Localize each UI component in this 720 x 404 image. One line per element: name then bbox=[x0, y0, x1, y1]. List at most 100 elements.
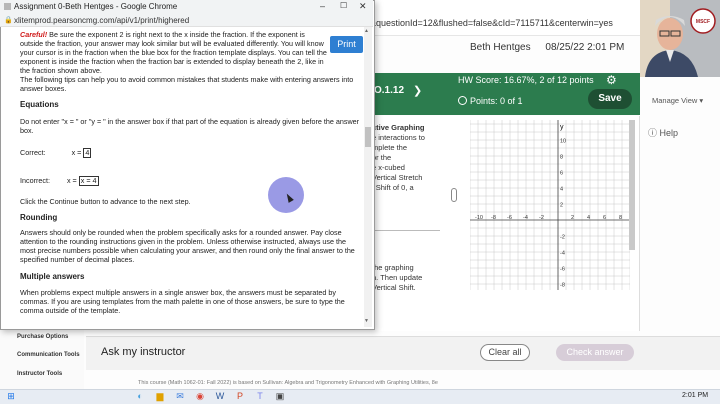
question-number: O.1.12 bbox=[374, 85, 405, 96]
window-title: Assignment 0-Beth Hentges - Google Chrom… bbox=[14, 2, 178, 11]
x-tick-label: -4 bbox=[523, 215, 528, 221]
gear-icon[interactable]: ⚙ bbox=[606, 73, 617, 87]
taskbar-clock: 2:01 PM bbox=[682, 392, 709, 399]
sidebar-item-purchase-options[interactable]: Purchase Options bbox=[17, 334, 68, 340]
x-tick-label: -6 bbox=[507, 215, 512, 221]
points-text: Points: 0 of 1 bbox=[470, 96, 523, 106]
lock-icon[interactable]: 🔒 bbox=[4, 16, 13, 24]
ask-my-instructor-link[interactable]: Ask my instructor bbox=[101, 346, 185, 358]
incorrect-label: Incorrect: bbox=[20, 176, 50, 185]
x-tick-label: -8 bbox=[491, 215, 496, 221]
x-tick-label: 8 bbox=[619, 215, 622, 221]
question-line: ctive Graphing bbox=[372, 123, 425, 132]
help-circle-icon: ⓘ bbox=[648, 128, 660, 138]
rounding-text: Answers should only be rounded when the … bbox=[20, 228, 355, 264]
continue-text: Click the Continue button to advance to … bbox=[20, 197, 191, 206]
help-link[interactable]: ⓘ Help bbox=[648, 126, 678, 139]
check-answer-button[interactable]: Check answer bbox=[556, 344, 634, 361]
question-line: mplete the bbox=[372, 143, 408, 152]
app-icon[interactable]: ▣ bbox=[275, 391, 285, 401]
correct-answer-box: 4 bbox=[83, 148, 92, 158]
hw-score: HW Score: 16.67%, 2 of 12 points bbox=[458, 75, 594, 85]
minimize-icon[interactable]: – bbox=[320, 1, 325, 11]
correct-example: Correct: x = 4 bbox=[20, 148, 92, 158]
address-bar-url[interactable]: xlitemprod.pearsoncmg.com/api/v1/print/h… bbox=[14, 16, 189, 25]
teams-icon[interactable]: T bbox=[255, 391, 265, 401]
popup-scrollbar[interactable] bbox=[364, 27, 372, 327]
x-tick-label: 2 bbox=[571, 215, 574, 221]
user-name[interactable]: Beth Hentges bbox=[470, 42, 531, 53]
y-tick-label: 10 bbox=[560, 139, 566, 145]
date-time: 08/25/22 2:01 PM bbox=[545, 42, 625, 53]
folder-icon[interactable]: ▆ bbox=[155, 391, 165, 401]
panel-splitter-handle[interactable] bbox=[451, 188, 457, 202]
y-tick-label: -6 bbox=[560, 267, 565, 273]
x-tick-label: -2 bbox=[539, 215, 544, 221]
question-line: Vertical Shift. bbox=[372, 283, 416, 292]
save-button[interactable]: Save bbox=[588, 89, 632, 109]
sidebar-item-communication-tools[interactable]: Communication Tools bbox=[17, 352, 80, 358]
windows-start-icon[interactable]: ⊞ bbox=[6, 391, 16, 401]
multiple-answers-heading: Multiple answers bbox=[20, 272, 85, 281]
word-icon[interactable]: W bbox=[215, 391, 225, 401]
graph-scrollbar[interactable] bbox=[629, 120, 635, 250]
logo-text: MSCF bbox=[696, 19, 710, 25]
tips-intro: The following tips can help you to avoid… bbox=[20, 75, 354, 93]
equations-heading: Equations bbox=[20, 100, 59, 109]
page-favicon-icon bbox=[4, 3, 11, 10]
footer-note: This course (Math 1062-01: Fall 2022) is… bbox=[138, 380, 438, 386]
grid-lines bbox=[470, 120, 630, 290]
points-circle-icon bbox=[458, 96, 467, 105]
question-line: or the bbox=[372, 153, 392, 162]
graphing-grid[interactable]: y 10 8 6 4 2 -2 -4 -6 -8 -10 -8 -6 -4 -2 2 4 6 8 bbox=[470, 120, 630, 290]
next-question-chevron-icon[interactable]: ❯ bbox=[413, 84, 422, 97]
incorrect-answer-box: x = 4 bbox=[78, 176, 99, 186]
sidebar-item-instructor-tools[interactable]: Instructor Tools bbox=[17, 371, 62, 377]
incorrect-example: Incorrect: x = x = 4 bbox=[20, 176, 99, 186]
mail-icon[interactable]: ✉ bbox=[175, 391, 185, 401]
y-tick-label: 2 bbox=[560, 203, 563, 209]
careful-paragraph: Careful! Be sure the exponent 2 is right… bbox=[20, 30, 330, 75]
y-tick-label: 6 bbox=[560, 171, 563, 177]
rounding-heading: Rounding bbox=[20, 213, 58, 222]
x-tick-label: 4 bbox=[587, 215, 590, 221]
question-text-top: ctive Graphing e interactions to mplete … bbox=[372, 123, 444, 193]
maximize-icon[interactable]: ☐ bbox=[340, 1, 347, 10]
question-line: l Shift of 0, a bbox=[372, 183, 414, 192]
x-tick-label: -10 bbox=[475, 215, 483, 221]
mscf-logo: MSCF bbox=[690, 8, 716, 34]
points-status: Points: 0 of 1 bbox=[458, 96, 523, 106]
clear-all-button[interactable]: Clear all bbox=[480, 344, 530, 361]
tick-labels: 10 8 6 4 2 -2 -4 -6 -8 -10 -8 -6 -4 -2 2 4 6 8 bbox=[475, 139, 622, 289]
edge-icon[interactable]: ◐ bbox=[135, 391, 145, 401]
question-line: the graphing bbox=[372, 263, 414, 272]
y-tick-label: -4 bbox=[560, 251, 565, 257]
user-bar: Beth Hentges 08/25/22 2:01 PM bbox=[470, 42, 636, 53]
question-divider bbox=[372, 230, 440, 231]
question-line: e interactions to bbox=[372, 133, 425, 142]
x-tick-label: 6 bbox=[603, 215, 606, 221]
y-tick-label: 8 bbox=[560, 155, 563, 161]
multiple-answers-text: When problems expect multiple answers in… bbox=[20, 288, 345, 315]
address-bar-url-rest[interactable]: &questionId=12&flushed=false&cId=7115711… bbox=[370, 18, 613, 28]
question-line: e x-cubed bbox=[372, 163, 405, 172]
chrome-icon[interactable]: ◉ bbox=[195, 391, 205, 401]
y-axis-label: y bbox=[560, 124, 564, 131]
careful-label: Careful! bbox=[20, 30, 48, 39]
scroll-up-arrow-icon[interactable]: ▲ bbox=[364, 28, 369, 34]
powerpoint-icon[interactable]: P bbox=[235, 391, 245, 401]
y-tick-label: 4 bbox=[560, 187, 563, 193]
correct-label: Correct: bbox=[20, 148, 46, 157]
question-line: Vertical Stretch bbox=[372, 173, 423, 182]
close-icon[interactable]: ✕ bbox=[359, 1, 367, 12]
y-tick-label: -8 bbox=[560, 283, 565, 289]
question-text-bottom: the graphing h. Then update Vertical Shi… bbox=[372, 263, 444, 293]
y-tick-label: -2 bbox=[560, 235, 565, 241]
scroll-down-arrow-icon[interactable]: ▼ bbox=[364, 318, 369, 324]
careful-text: Be sure the exponent 2 is right next to … bbox=[20, 30, 327, 75]
equations-text: Do not enter "x = " or "y = " in the ans… bbox=[20, 117, 360, 135]
manage-view-dropdown[interactable]: Manage View ▾ bbox=[652, 96, 703, 105]
print-button[interactable]: Print bbox=[330, 36, 363, 53]
taskbar bbox=[0, 389, 720, 404]
scrollbar-thumb[interactable] bbox=[365, 127, 371, 147]
